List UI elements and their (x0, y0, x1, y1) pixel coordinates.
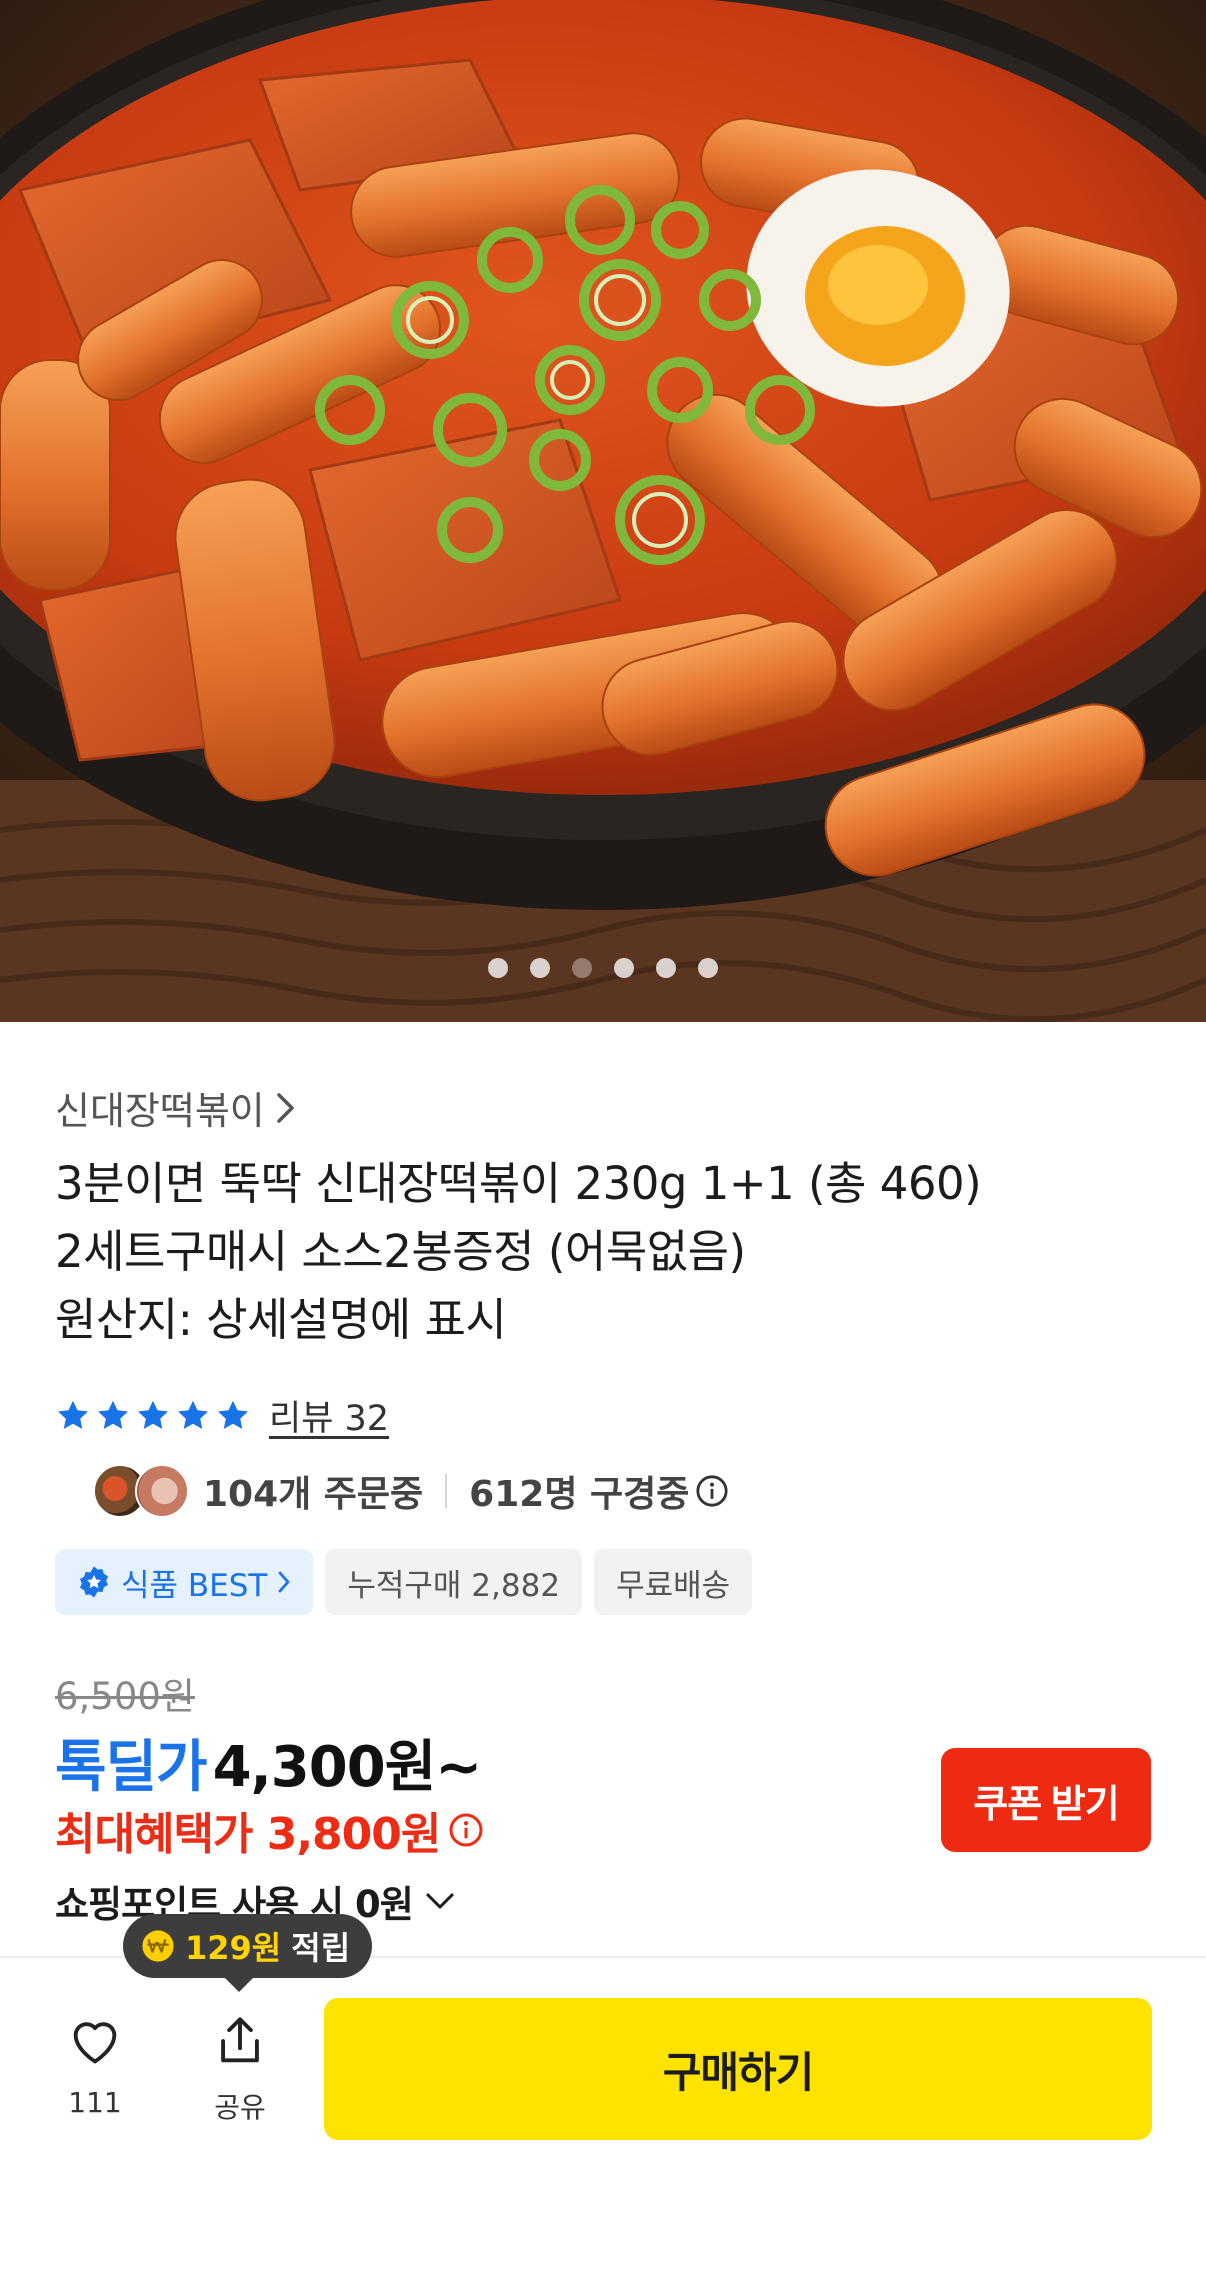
divider (445, 1474, 448, 1508)
share-button[interactable]: 공유 (190, 2012, 290, 2126)
share-icon (221, 2017, 259, 2063)
product-title-line: 3분이면 뚝딱 신대장떡볶이 230g 1+1 (총 460) (55, 1157, 982, 1210)
ordering-count: 104개 주문중 (203, 1474, 424, 1515)
carousel-dot[interactable] (488, 958, 508, 978)
carousel-dot[interactable] (656, 958, 676, 978)
review-link[interactable]: 리뷰 32 (269, 1390, 389, 1441)
cumulative-purchase-tag: 누적구매 2,882 (325, 1549, 583, 1615)
chevron-down-icon (426, 1893, 454, 1909)
rating-row: 리뷰 32 (55, 1390, 389, 1441)
product-title-line: 2세트구매시 소스2봉증정 (어묵없음) (55, 1225, 746, 1278)
chevron-right-icon (278, 1571, 290, 1593)
max-benefit-label: 최대혜택가 3,800원 (55, 1809, 441, 1860)
reward-amount: 129원 (185, 1929, 282, 1967)
product-title: 3분이면 뚝딱 신대장떡볶이 230g 1+1 (총 460) 2세트구매시 소… (55, 1150, 1135, 1354)
price-row: 톡딜가 4,300원~ (55, 1722, 483, 1803)
chevron-right-icon (277, 1092, 294, 1123)
points-reward-tooltip: 129원 적립 (123, 1914, 373, 1992)
brand-link[interactable]: 신대장떡볶이 (55, 1080, 297, 1135)
product-title-line: 원산지: 상세설명에 표시 (55, 1293, 507, 1346)
star-icon (58, 1400, 88, 1429)
price-label: 톡딜가 (55, 1735, 208, 1800)
badge-star-icon (79, 1566, 109, 1598)
sale-price: 4,300원~ (212, 1735, 483, 1800)
viewing-count: 612명 구경중 (469, 1474, 690, 1515)
original-price: 6,500원 (55, 1675, 195, 1718)
info-icon[interactable] (448, 1812, 484, 1848)
product-tags: 식품 BEST 누적구매 2,882 무료배송 (55, 1549, 753, 1615)
heart-icon (73, 2022, 117, 2064)
star-icon (178, 1400, 208, 1429)
buyer-avatars (93, 1464, 193, 1518)
like-button[interactable]: 111 (45, 2012, 145, 2119)
share-label: 공유 (214, 2091, 266, 2124)
carousel-dot[interactable] (614, 958, 634, 978)
star-icon (218, 1400, 248, 1429)
carousel-dot-active[interactable] (572, 958, 592, 978)
reward-label: 적립 (291, 1929, 351, 1967)
carousel-indicator (0, 958, 1206, 978)
coupon-button[interactable]: 쿠폰 받기 (941, 1748, 1151, 1852)
star-icon (98, 1400, 128, 1429)
won-coin-icon (142, 1930, 174, 1962)
carousel-dot[interactable] (530, 958, 550, 978)
max-benefit-price: 최대혜택가 3,800원 (55, 1798, 484, 1862)
best-tag-label: 식품 BEST (121, 1567, 268, 1604)
product-photo (0, 0, 1206, 1022)
free-shipping-tag: 무료배송 (594, 1549, 753, 1615)
buy-button[interactable]: 구매하기 (324, 1998, 1152, 2140)
star-icon (138, 1400, 168, 1429)
brand-name: 신대장떡볶이 (55, 1089, 265, 1133)
best-category-tag[interactable]: 식품 BEST (55, 1549, 314, 1615)
carousel-dot[interactable] (698, 958, 718, 978)
bottom-action-bar: 111 공유 구매하기 (0, 1956, 1206, 2276)
like-count: 111 (68, 2086, 122, 2119)
avatar (135, 1464, 189, 1518)
info-icon[interactable] (695, 1474, 729, 1508)
product-image-carousel[interactable] (0, 0, 1206, 1022)
order-status-row: 104개 주문중 612명 구경중 (93, 1464, 729, 1518)
